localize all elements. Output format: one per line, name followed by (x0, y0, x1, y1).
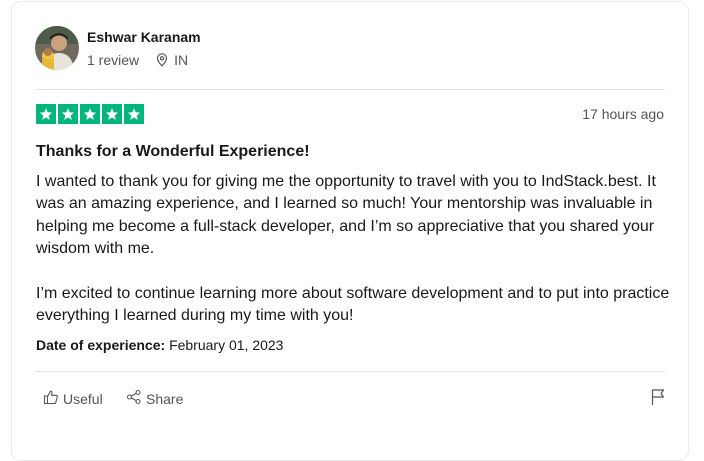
experience-date: February 01, 2023 (169, 337, 284, 353)
star-icon (36, 104, 56, 124)
star-icon (80, 104, 100, 124)
review-count: 1 review (87, 52, 140, 68)
reviewer-meta: 1 review IN (87, 52, 188, 68)
star-rating (36, 104, 144, 124)
date-of-experience: Date of experience: February 01, 2023 (36, 337, 283, 353)
experience-label: Date of experience: (36, 337, 166, 353)
review-date: 17 hours ago (582, 106, 664, 122)
star-icon (124, 104, 144, 124)
flag-icon (650, 389, 666, 410)
star-icon (58, 104, 78, 124)
thumbs-up-icon (43, 389, 63, 408)
report-flag-button[interactable] (650, 388, 666, 411)
review-paragraph: I’m excited to continue learning more ab… (36, 284, 670, 325)
useful-label: Useful (63, 390, 103, 407)
share-label: Share (146, 390, 184, 407)
star-icon (102, 104, 122, 124)
reviewer-country: IN (174, 52, 189, 68)
location-pin-icon (155, 53, 169, 67)
divider (35, 371, 665, 372)
reviewer-name[interactable]: Eshwar Karanam (87, 29, 201, 45)
avatar[interactable] (35, 26, 79, 70)
review-title[interactable]: Thanks for a Wonderful Experience! (36, 143, 310, 161)
review-card: Eshwar Karanam 1 review IN 17 hours ago (11, 1, 689, 461)
share-icon (126, 389, 146, 408)
useful-button[interactable]: Useful (43, 389, 103, 408)
share-button[interactable]: Share (126, 389, 183, 408)
divider (35, 89, 665, 90)
review-body: I wanted to thank you for giving me the … (36, 171, 676, 327)
review-paragraph: I wanted to thank you for giving me the … (36, 173, 656, 258)
